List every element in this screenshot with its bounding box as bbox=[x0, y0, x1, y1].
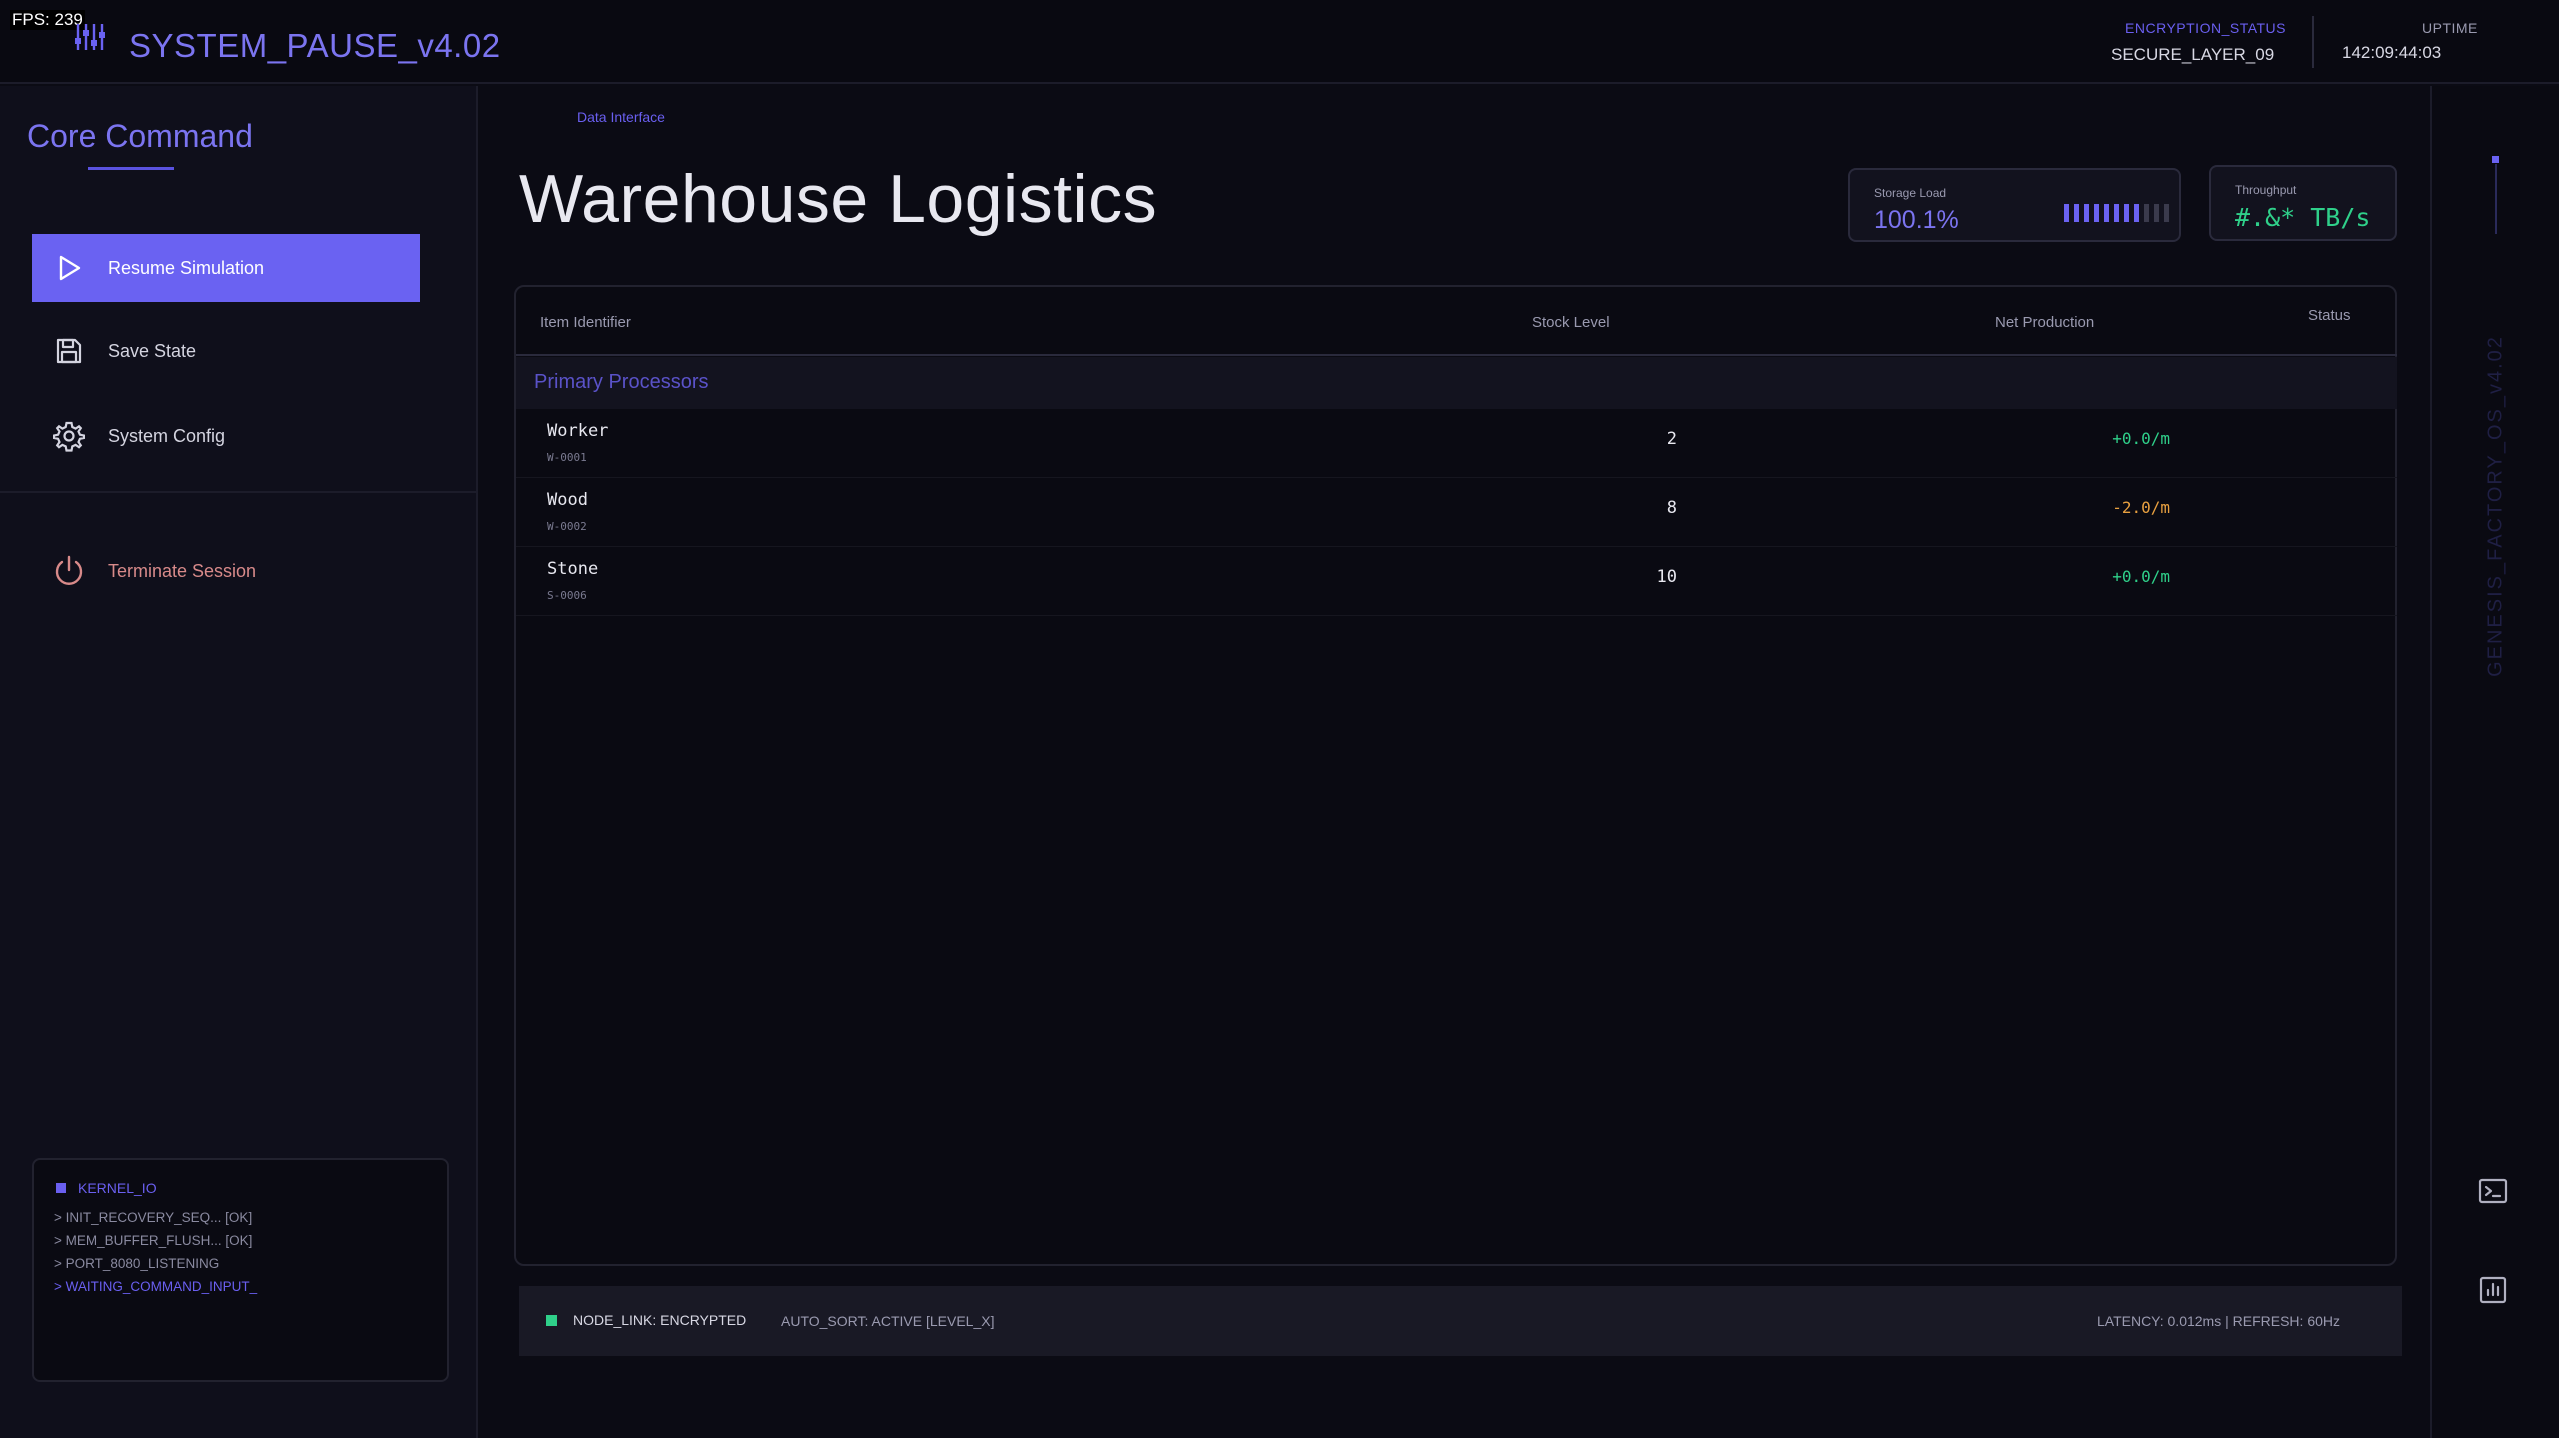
storage-load-card: Storage Load 100.1% bbox=[1848, 168, 2181, 242]
storage-load-value: 100.1% bbox=[1874, 206, 1959, 234]
top-bar: FPS: 239 SYSTEM_PAUSE_v4.02 ENCRYPTION_S… bbox=[0, 0, 2559, 84]
sidebar-title: Core Command bbox=[27, 118, 253, 154]
storage-meter-segment bbox=[2124, 204, 2129, 222]
resume-simulation-button[interactable]: Resume Simulation bbox=[32, 234, 420, 302]
app-title: SYSTEM_PAUSE_v4.02 bbox=[129, 27, 501, 64]
uptime-label: UPTIME bbox=[2422, 20, 2478, 36]
encryption-status-value: SECURE_LAYER_09 bbox=[2111, 45, 2275, 64]
power-icon bbox=[52, 554, 86, 588]
save-icon bbox=[52, 334, 86, 368]
header-divider bbox=[516, 354, 2397, 356]
node-link-status: NODE_LINK: ENCRYPTED bbox=[573, 1312, 747, 1328]
sidebar-separator bbox=[0, 491, 476, 493]
group-row[interactable]: Primary Processors bbox=[516, 357, 2397, 409]
storage-meter-segment bbox=[2094, 204, 2099, 222]
column-header-net[interactable]: Net Production bbox=[1995, 314, 2094, 331]
kernel-log-line: > PORT_8080_LISTENING bbox=[54, 1256, 220, 1271]
item-name: Worker bbox=[547, 421, 609, 441]
throughput-card: Throughput #.&* TB/s bbox=[2209, 165, 2397, 241]
auto-sort-status: AUTO_SORT: ACTIVE [LEVEL_X] bbox=[781, 1313, 995, 1329]
stock-level: 8 bbox=[1666, 498, 1677, 518]
breadcrumb[interactable]: Data Interface bbox=[577, 109, 665, 125]
item-name: Wood bbox=[547, 490, 588, 510]
storage-meter-segment bbox=[2134, 204, 2139, 222]
nav-label: Resume Simulation bbox=[108, 257, 265, 278]
storage-meter-segment bbox=[2064, 204, 2069, 222]
storage-meter-segment bbox=[2164, 204, 2169, 222]
equalizer-icon bbox=[75, 24, 105, 50]
net-production: +0.0/m bbox=[2112, 429, 2170, 448]
status-bar: NODE_LINK: ENCRYPTED AUTO_SORT: ACTIVE [… bbox=[519, 1286, 2402, 1356]
save-state-button[interactable]: Save State bbox=[32, 317, 420, 385]
storage-meter-segment bbox=[2084, 204, 2089, 222]
kernel-log-line: > MEM_BUFFER_FLUSH... [OK] bbox=[54, 1233, 253, 1248]
rail-indicator bbox=[2492, 156, 2499, 163]
uptime-value: 142:09:44:03 bbox=[2342, 43, 2442, 62]
terminate-session-button[interactable]: Terminate Session bbox=[32, 537, 420, 605]
net-production: -2.0/m bbox=[2112, 498, 2170, 517]
storage-load-meter bbox=[2064, 204, 2169, 222]
throughput-value: #.&* TB/s bbox=[2235, 203, 2371, 232]
nav-label: Save State bbox=[108, 340, 197, 361]
table-row[interactable]: Wood W-0002 8 -2.0/m bbox=[516, 478, 2397, 547]
gear-icon bbox=[52, 419, 86, 453]
chart-icon[interactable] bbox=[2476, 1273, 2510, 1307]
storage-meter-segment bbox=[2114, 204, 2119, 222]
kernel-io-panel: KERNEL_IO > INIT_RECOVERY_SEQ... [OK] > … bbox=[32, 1158, 449, 1382]
group-label: Primary Processors bbox=[534, 371, 709, 393]
column-header-status[interactable]: Status bbox=[2308, 307, 2351, 324]
kernel-log-line-active: > WAITING_COMMAND_INPUT_ bbox=[54, 1279, 258, 1294]
item-code: S-0006 bbox=[547, 589, 587, 602]
item-name: Stone bbox=[547, 559, 599, 579]
column-header-item[interactable]: Item Identifier bbox=[540, 314, 631, 331]
right-rail: GENESIS_FACTORY_OS_v4.02 bbox=[2430, 86, 2559, 1438]
kernel-io-title: KERNEL_IO bbox=[56, 1180, 157, 1196]
stock-level: 10 bbox=[1656, 567, 1677, 587]
column-header-stock[interactable]: Stock Level bbox=[1532, 314, 1610, 331]
storage-load-label: Storage Load bbox=[1874, 186, 1947, 200]
net-production: +0.0/m bbox=[2112, 567, 2170, 586]
storage-meter-segment bbox=[2144, 204, 2149, 222]
latency-readout: LATENCY: 0.012ms | REFRESH: 60Hz bbox=[2096, 1313, 2340, 1329]
nav-label: System Config bbox=[108, 425, 226, 446]
kernel-indicator bbox=[56, 1183, 66, 1193]
sidebar-title-underline bbox=[88, 167, 174, 170]
nav-label: Terminate Session bbox=[108, 560, 257, 581]
header-divider bbox=[2312, 16, 2314, 68]
throughput-label: Throughput bbox=[2235, 183, 2297, 197]
inventory-table: Item Identifier Stock Level Net Producti… bbox=[514, 285, 2397, 1266]
rail-progress-line bbox=[2495, 164, 2497, 234]
system-config-button[interactable]: System Config bbox=[32, 402, 420, 470]
storage-meter-segment bbox=[2074, 204, 2079, 222]
item-code: W-0001 bbox=[547, 451, 587, 464]
item-code: W-0002 bbox=[547, 520, 587, 533]
encryption-status-label: ENCRYPTION_STATUS bbox=[2125, 20, 2286, 36]
storage-meter-segment bbox=[2154, 204, 2159, 222]
link-status-indicator bbox=[546, 1315, 557, 1326]
os-version-vertical-text: GENESIS_FACTORY_OS_v4.02 bbox=[2484, 335, 2507, 677]
storage-meter-segment bbox=[2104, 204, 2109, 222]
kernel-log-line: > INIT_RECOVERY_SEQ... [OK] bbox=[54, 1210, 253, 1225]
stock-level: 2 bbox=[1666, 429, 1677, 449]
page-title: Warehouse Logistics bbox=[519, 161, 1158, 237]
terminal-icon[interactable] bbox=[2476, 1174, 2510, 1208]
table-row[interactable]: Worker W-0001 2 +0.0/m bbox=[516, 409, 2397, 478]
table-row[interactable]: Stone S-0006 10 +0.0/m bbox=[516, 547, 2397, 616]
sidebar: Core Command Resume Simulation Save Stat… bbox=[0, 86, 478, 1438]
play-icon bbox=[52, 251, 86, 285]
